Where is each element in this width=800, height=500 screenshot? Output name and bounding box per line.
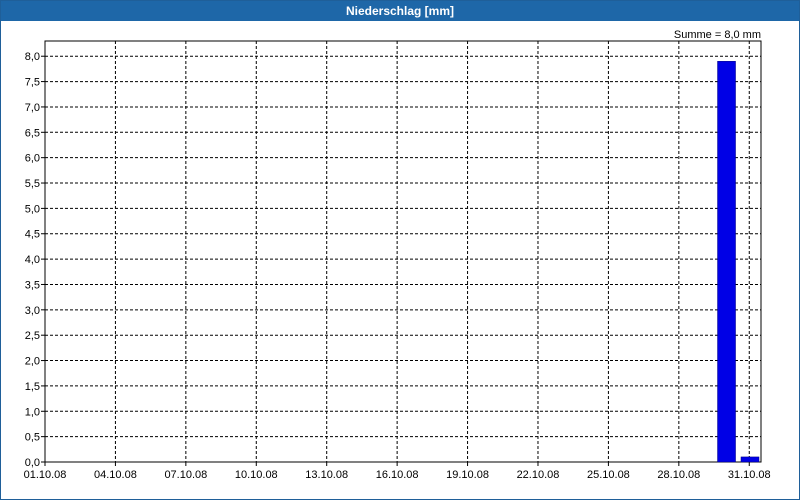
precipitation-bar <box>717 61 736 463</box>
y-tick-label: 6,5 <box>25 127 40 139</box>
y-tick-label: 2,5 <box>25 330 40 342</box>
x-tick-label: 13.10.08 <box>305 469 348 481</box>
x-tick-label: 07.10.08 <box>164 469 207 481</box>
y-axis-labels: 0,0 0,5 1,0 1,5 2,0 2,5 3,0 3,5 4,0 4,5 5,0 5,5 6,0 6… <box>25 51 40 469</box>
y-tick-label: 6,0 <box>25 153 40 165</box>
x-tick-label: 25.10.08 <box>587 469 630 481</box>
plot-area <box>44 40 762 463</box>
y-tick-label: 7,0 <box>25 102 40 114</box>
y-tick-label: 7,5 <box>25 77 40 89</box>
y-tick-label: 5,5 <box>25 178 40 190</box>
y-tick-label: 8,0 <box>25 51 40 63</box>
y-tick-label: 1,5 <box>25 381 40 393</box>
y-tick-label: 3,5 <box>25 279 40 291</box>
x-tick-label: 04.10.08 <box>94 469 137 481</box>
x-tick-label: 22.10.08 <box>517 469 560 481</box>
y-tick-label: 4,0 <box>25 254 40 266</box>
y-tick-label: 2,0 <box>25 356 40 368</box>
x-tick-label: 31.10.08 <box>728 469 771 481</box>
x-tick-label: 10.10.08 <box>235 469 278 481</box>
y-tick-label: 0,5 <box>25 432 40 444</box>
y-tick-label: 5,0 <box>25 203 40 215</box>
y-tick-label: 0,0 <box>25 457 40 469</box>
precipitation-bar <box>740 456 760 463</box>
x-tick-label: 16.10.08 <box>376 469 419 481</box>
precipitation-chart: 0,0 0,5 1,0 1,5 2,0 2,5 3,0 3,5 4,0 4,5 5,0 5,5 6,0 6… <box>24 29 771 481</box>
y-tick-label: 4,5 <box>25 229 40 241</box>
chart-window: Niederschlag [mm] 0,0 0,5 1,0 1,5 2,0 2,5 3,0 3… <box>0 0 800 500</box>
y-tick-label: 3,0 <box>25 305 40 317</box>
y-tick-label: 1,0 <box>25 406 40 418</box>
x-tick-label: 28.10.08 <box>657 469 700 481</box>
chart-title-bar: Niederschlag [mm] <box>1 1 799 21</box>
x-axis-labels: 01.10.08 04.10.08 07.10.08 10.10.08 13.10.08… <box>24 469 771 481</box>
x-tick-label: 01.10.08 <box>24 469 67 481</box>
x-tick-label: 19.10.08 <box>446 469 489 481</box>
sum-annotation: Summe = 8,0 mm <box>674 29 761 41</box>
